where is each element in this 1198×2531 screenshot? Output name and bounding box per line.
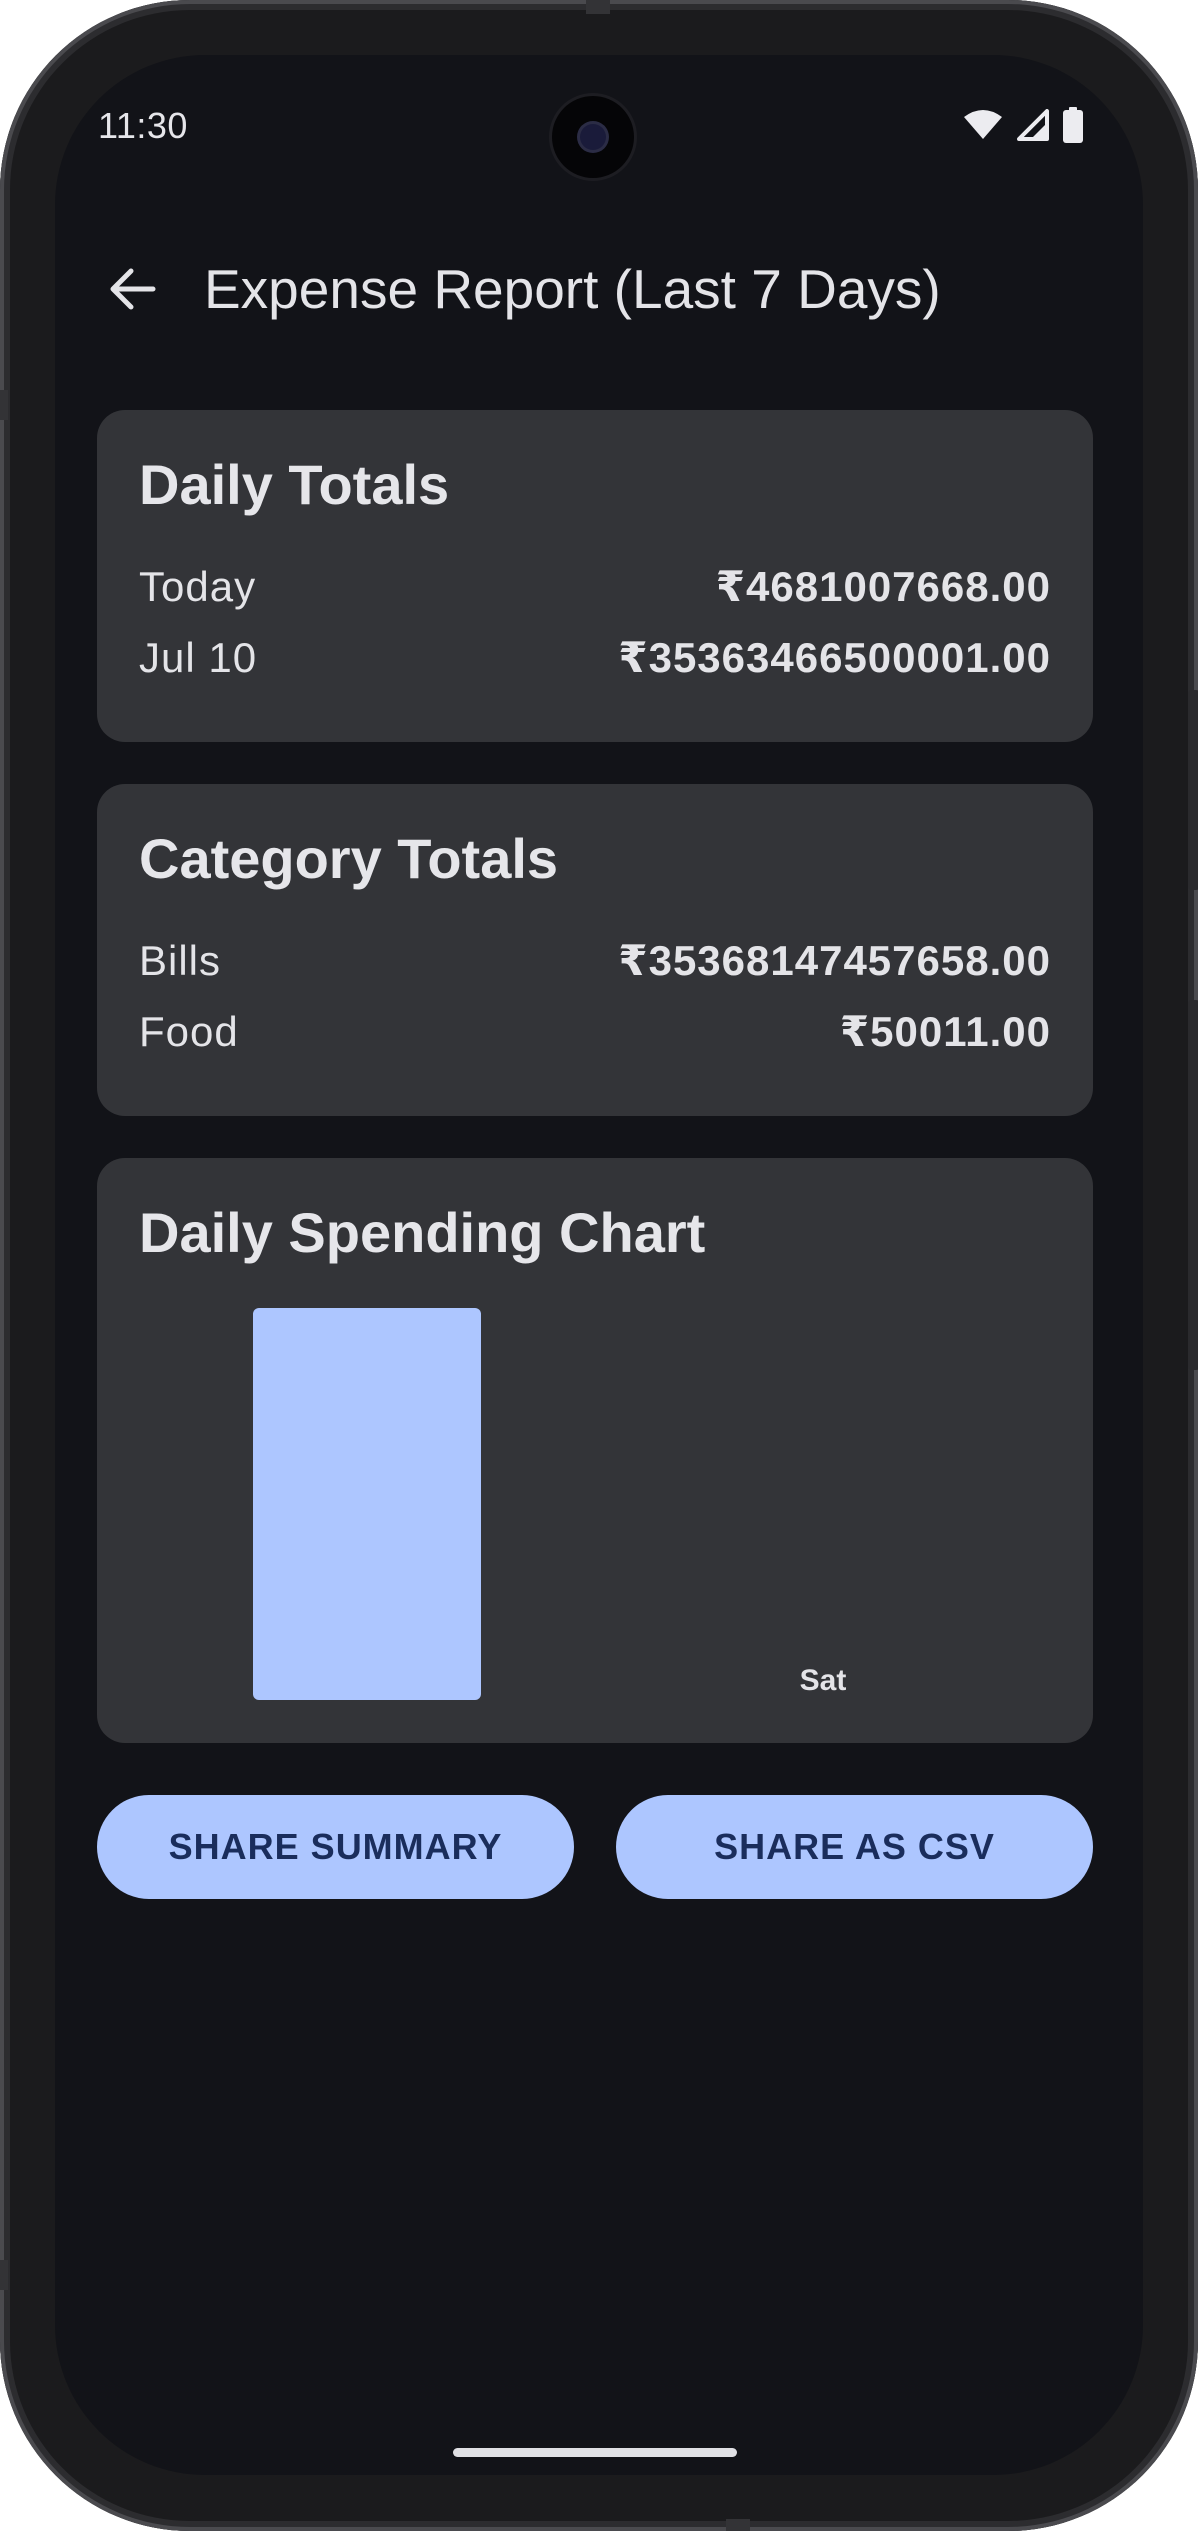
daily-total-label: Today (139, 562, 257, 610)
phone-frame: 11:30 Expense Report (Last 7 Days) Daily… (0, 0, 1198, 2531)
antenna-band (586, 0, 610, 14)
daily-total-amount: ₹4681007668.00 (715, 563, 1051, 610)
screen: 11:30 Expense Report (Last 7 Days) Daily… (55, 55, 1143, 2475)
daily-totals-card: Daily Totals Today ₹4681007668.00 Jul 10… (97, 410, 1093, 742)
back-button[interactable] (97, 255, 169, 327)
power-button (1188, 1000, 1198, 1370)
chart-title: Daily Spending Chart (139, 1201, 706, 1264)
daily-totals-title: Daily Totals (139, 453, 450, 516)
daily-spending-bar-chart: Sat (253, 1308, 937, 1700)
status-time: 11:30 (98, 105, 188, 146)
category-total-row: Bills ₹35368147457658.00 (139, 936, 1051, 985)
category-amount: ₹35368147457658.00 (618, 937, 1051, 984)
page-title: Expense Report (Last 7 Days) (204, 258, 941, 320)
wifi-icon (963, 109, 1003, 141)
chart-tick-label: Sat (800, 1664, 847, 1697)
category-total-row: Food ₹50011.00 (139, 1007, 1051, 1056)
category-amount: ₹50011.00 (839, 1008, 1051, 1055)
battery-icon (1063, 107, 1083, 143)
category-totals-title: Category Totals (139, 827, 559, 890)
daily-total-label: Jul 10 (139, 633, 258, 681)
share-summary-button[interactable]: SHARE SUMMARY (97, 1795, 574, 1899)
arrow-back-icon (107, 263, 159, 320)
share-as-csv-button[interactable]: SHARE AS CSV (616, 1795, 1093, 1899)
daily-spending-chart-card: Daily Spending Chart Sat (97, 1158, 1093, 1743)
status-icons (963, 107, 1083, 143)
front-camera (552, 96, 634, 178)
chart-area: Sat (139, 1308, 1051, 1708)
antenna-band (0, 390, 8, 420)
home-indicator[interactable] (453, 2448, 737, 2457)
category-totals-card: Category Totals Bills ₹35368147457658.00… (97, 784, 1093, 1116)
antenna-band (0, 2260, 8, 2290)
daily-total-row: Jul 10 ₹35363466500001.00 (139, 633, 1051, 682)
antenna-band (726, 2519, 750, 2531)
cellular-signal-icon (1017, 109, 1049, 141)
daily-total-amount: ₹35363466500001.00 (618, 634, 1051, 681)
volume-button (1188, 690, 1198, 890)
category-label: Food (139, 1007, 239, 1055)
daily-total-row: Today ₹4681007668.00 (139, 562, 1051, 611)
chart-bar (253, 1308, 481, 1700)
category-label: Bills (139, 936, 222, 984)
